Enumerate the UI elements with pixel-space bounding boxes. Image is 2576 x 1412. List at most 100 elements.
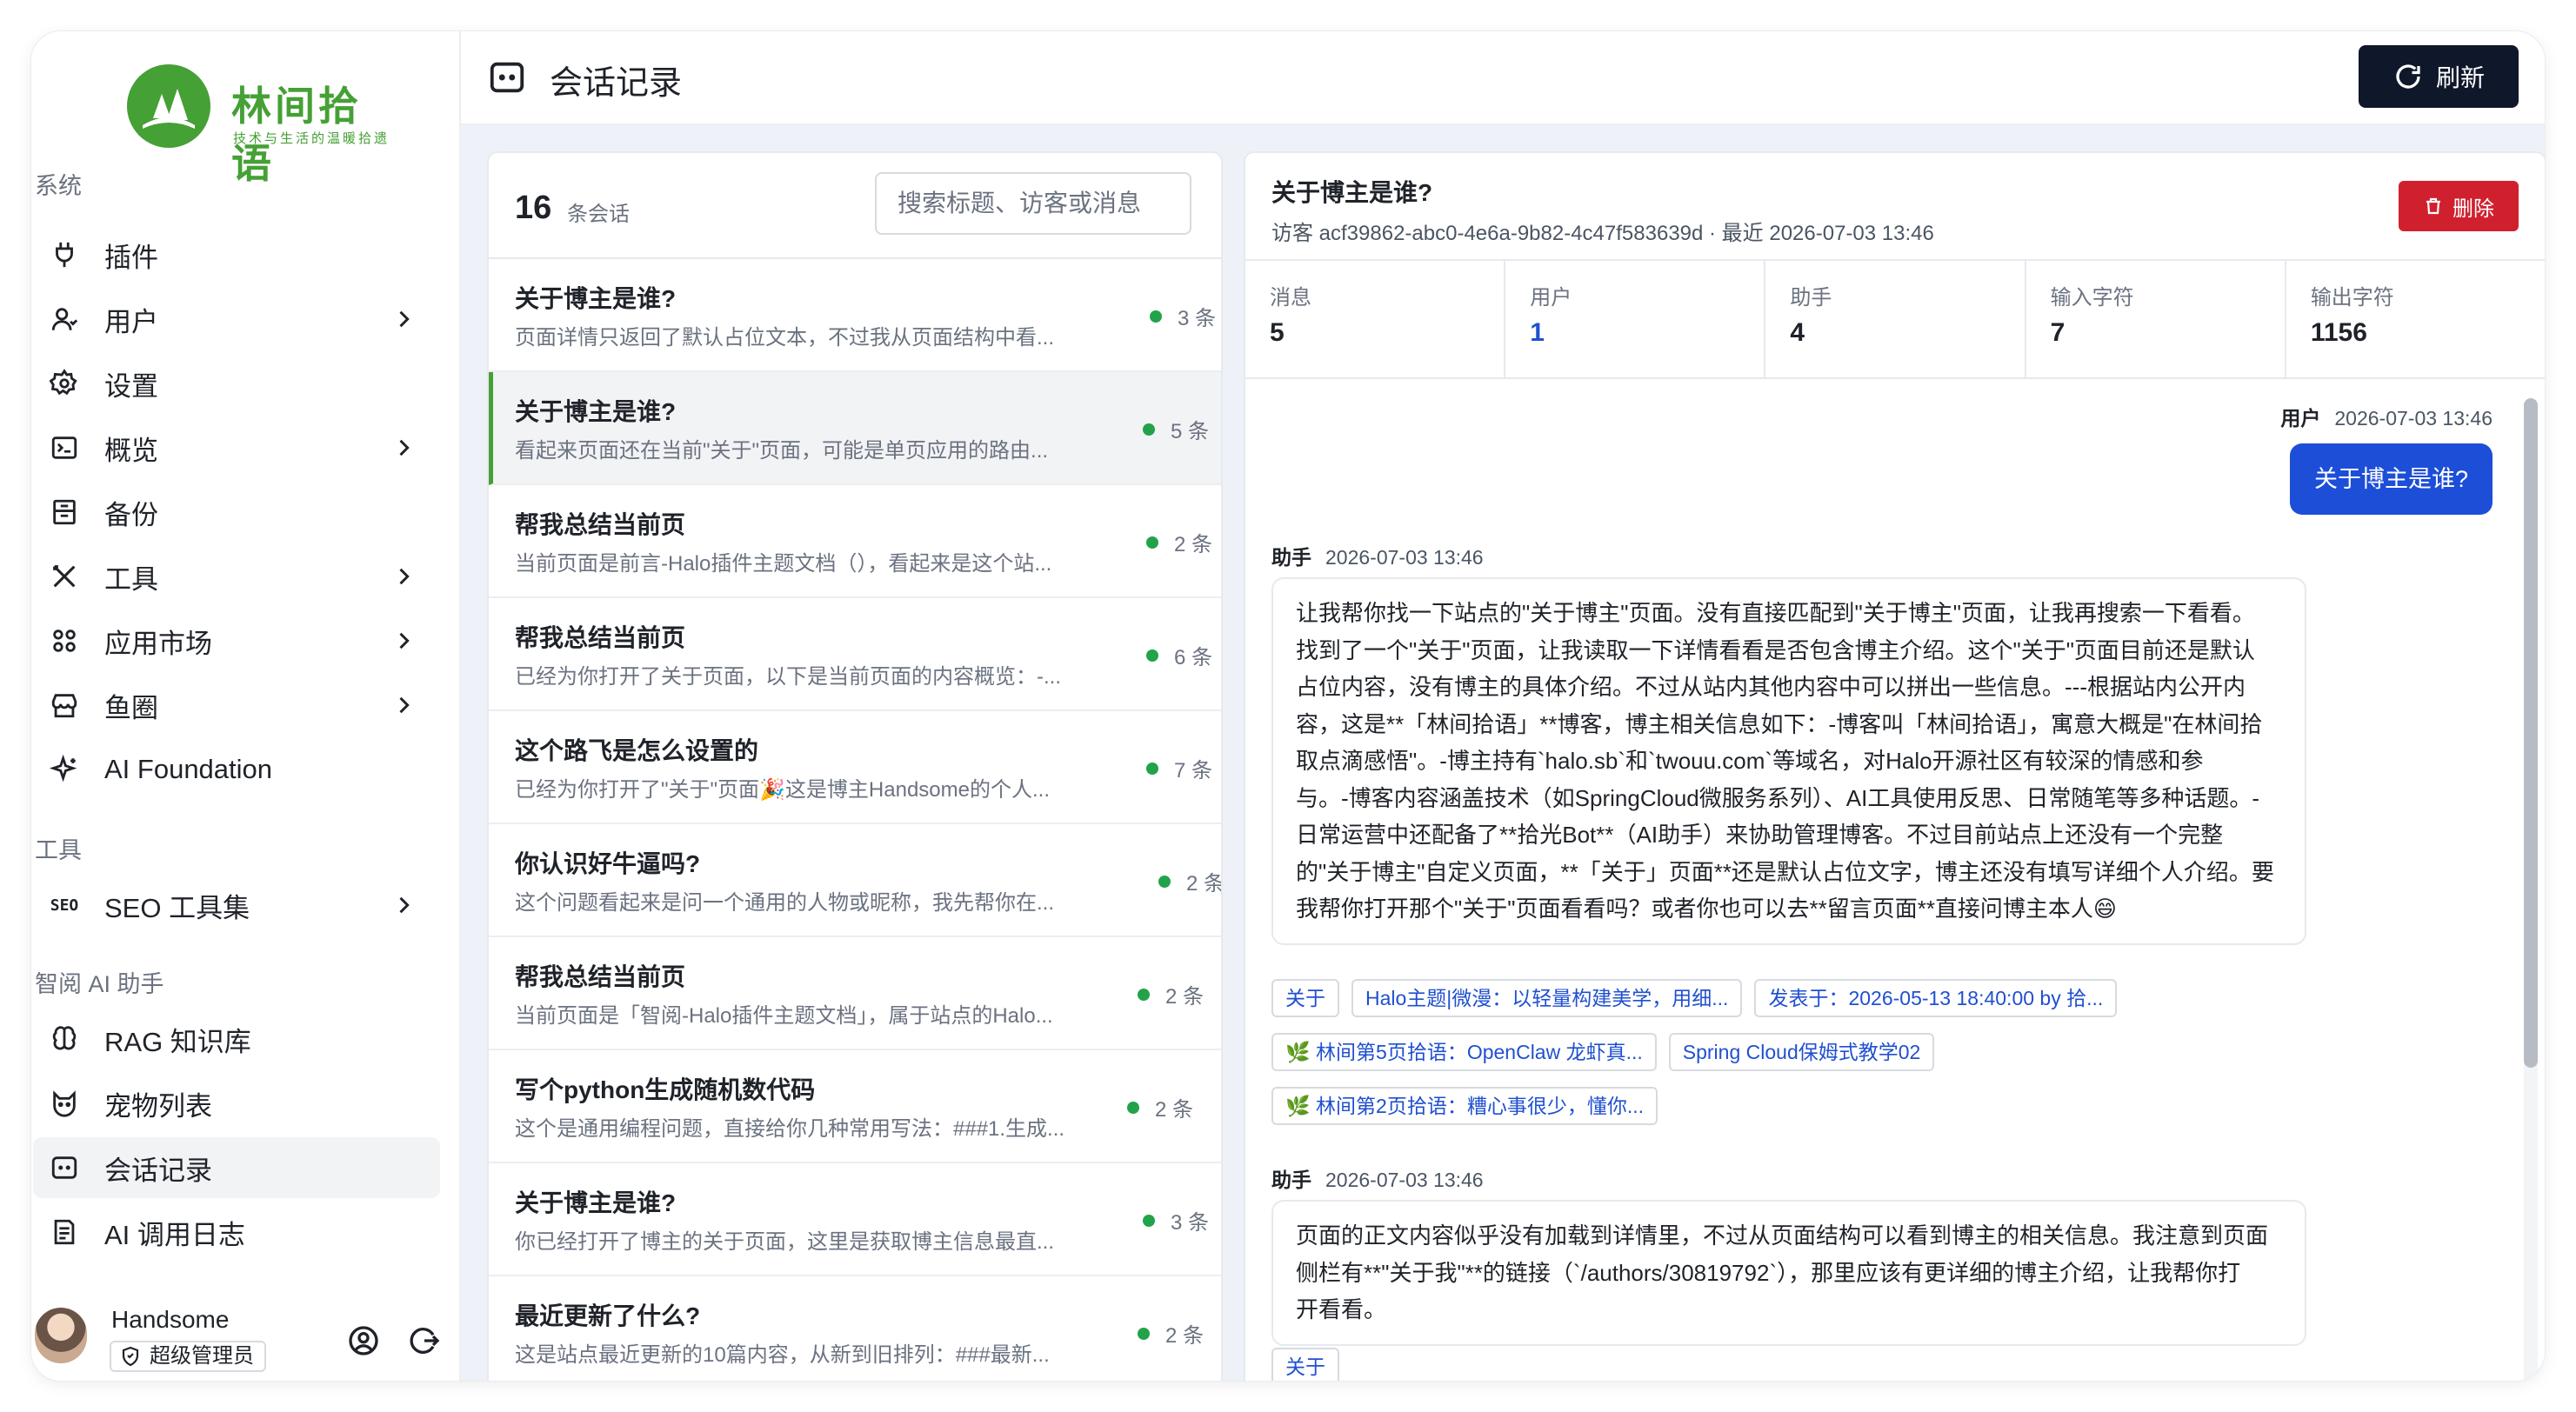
conversation-item[interactable]: 这个路飞是怎么设置的 已经为你打开了"关于"页面🎉这是博主Handsome的个人… xyxy=(489,711,1221,824)
message-count: 7 条 xyxy=(1146,753,1212,783)
message-line: 与。-博客内容涵盖技术（如SpringCloud微服务系列）、AI工具使用反思、… xyxy=(1296,784,2259,811)
message-line: 页面的正文内容似乎没有加载到详情里，不过从页面结构可以看到博主的相关信息。我注意… xyxy=(1296,1222,2269,1249)
conversation-item[interactable]: 帮我总结当前页 已经为你打开了关于页面，以下是当前页面的内容概览：-... 6 … xyxy=(489,598,1221,711)
source-chip[interactable]: 关于 xyxy=(1271,979,1339,1017)
sidebar-item-app-market[interactable]: 应用市场 xyxy=(33,610,440,671)
message-count-text: 2 条 xyxy=(1174,533,1213,556)
conversation-item[interactable]: 你认识好牛逼吗? 这个问题看起来是问一个通用的人物或昵称，我先帮你在... 2 … xyxy=(489,824,1221,937)
refresh-label: 刷新 xyxy=(2435,64,2485,91)
profile-icon[interactable] xyxy=(346,1323,381,1358)
sidebar-item-tools[interactable]: 工具 xyxy=(33,546,440,607)
source-chip[interactable]: Halo主题|微漫：以轻量构建美学，用细... xyxy=(1351,979,1743,1017)
chevron-right-icon xyxy=(399,439,410,456)
conversation-item[interactable]: 写个python生成随机数代码 这个是通用编程问题，直接给你几种常用写法：###… xyxy=(489,1050,1221,1163)
chevron-right-icon xyxy=(399,568,410,585)
conversation-item[interactable]: 帮我总结当前页 当前页面是前言-Halo插件主题文档（），看起来是这个站... … xyxy=(489,485,1221,598)
status-dot xyxy=(1146,649,1158,662)
page-title: 会话记录 xyxy=(550,65,683,102)
conversation-title: 关于博主是谁? xyxy=(515,1189,677,1216)
user-message-meta: 用户 2026-07-03 13:46 xyxy=(2280,402,2493,431)
status-dot xyxy=(1143,1214,1155,1227)
source-chip[interactable]: 🌿 林间第5页拾语：OpenClaw 龙虾真... xyxy=(1271,1033,1657,1071)
sidebar-item-label: 插件 xyxy=(104,242,158,273)
sidebar-item-label: AI Foundation xyxy=(104,754,273,784)
sidebar-item-pets[interactable]: 宠物列表 xyxy=(33,1073,440,1134)
message-line: 侧栏有**"关于我"**的链接（`/authors/30819792`），那里应… xyxy=(1296,1259,2241,1286)
sidebar-item-users[interactable]: 用户 xyxy=(33,289,440,350)
conversation-title: 写个python生成随机数代码 xyxy=(515,1076,816,1103)
sidebar-item-plugins[interactable]: 插件 xyxy=(33,224,440,285)
app-window: 林间拾语 技术与生活的温暖拾遗 系统 插件 用户 设置 概览 备份 工具 应用市… xyxy=(31,31,2545,1381)
refresh-button[interactable]: 刷新 xyxy=(2359,45,2519,108)
conversation-item[interactable]: 帮我总结当前页 当前页面是「智阅-Halo插件主题文档」，属于站点的Halo..… xyxy=(489,937,1221,1050)
message-line: 我帮你打开那个"关于"页面看看吗？或者你也可以去**留言页面**直接问博主本人😄 xyxy=(1296,896,2118,922)
tools-icon xyxy=(49,561,80,592)
chevron-right-icon xyxy=(399,896,410,914)
pet-icon xyxy=(49,1088,80,1119)
main-content: 16 条会话 关于博主是谁? 页面详情只返回了默认占位文本，不过我从页面结构中看… xyxy=(461,125,2545,1381)
message-line: 让我帮你找一下站点的"关于博主"页面。没有直接匹配到"关于博主"页面，让我再搜索… xyxy=(1296,600,2255,626)
message-count: 6 条 xyxy=(1146,640,1212,670)
sidebar-item-ai-logs[interactable]: AI 调用日志 xyxy=(33,1202,440,1262)
message-count-text: 6 条 xyxy=(1174,646,1213,669)
sidebar-item-seo-tools[interactable]: SEO SEO 工具集 xyxy=(33,875,440,936)
status-dot xyxy=(1143,423,1155,436)
logout-icon[interactable] xyxy=(407,1323,442,1358)
sidebar-item-backup[interactable]: 备份 xyxy=(33,482,440,543)
stat-messages: 消息 5 xyxy=(1245,261,1506,377)
conversation-title: 关于博主是谁? xyxy=(515,285,677,312)
sidebar-item-label: 用户 xyxy=(104,306,158,337)
status-dot xyxy=(1127,1101,1139,1114)
sidebar-item-label: AI 调用日志 xyxy=(104,1219,245,1250)
sidebar-item-chat-records[interactable]: 会话记录 xyxy=(33,1137,440,1198)
stat-value: 4 xyxy=(1790,318,1805,347)
delete-button[interactable]: 删除 xyxy=(2399,181,2519,231)
conversation-preview: 这个问题看起来是问一个通用的人物或昵称，我先帮你在... xyxy=(515,891,1055,915)
conversation-title: 最近更新了什么? xyxy=(515,1302,701,1329)
sidebar-item-ai-foundation[interactable]: AI Foundation xyxy=(33,739,440,800)
sidebar-item-fish-circle[interactable]: 鱼圈 xyxy=(33,675,440,736)
conversation-item[interactable]: 最近更新了什么? 这是站点最近更新的10篇内容，从新到旧排列：###最新... … xyxy=(489,1276,1221,1381)
user-profile: Handsome 超级管理员 xyxy=(31,1283,461,1381)
sidebar: 林间拾语 技术与生活的温暖拾遗 系统 插件 用户 设置 概览 备份 工具 应用市… xyxy=(31,31,461,1381)
conversation-item[interactable]: 关于博主是谁? 页面详情只返回了默认占位文本，不过我从页面结构中看... 3 条 xyxy=(489,259,1221,372)
message-line: 的"关于博主"自定义页面，**「关于」页面**还是默认占位文字，博主还没有填写详… xyxy=(1296,858,2274,885)
chevron-right-icon xyxy=(399,696,410,714)
message-role: 助手 xyxy=(1271,1169,1311,1191)
user-message-bubble: 关于博主是谁? xyxy=(2289,443,2493,515)
stat-assistant: 助手 4 xyxy=(1765,261,2026,377)
conversation-title: 关于博主是谁? xyxy=(515,398,677,425)
source-chip[interactable]: Spring Cloud保姆式教学02 xyxy=(1668,1033,1935,1071)
source-chip[interactable]: 🌿 林间第2页拾语：糟心事很少，懂你... xyxy=(1271,1087,1658,1125)
conversation-item-active[interactable]: 关于博主是谁? 看起来页面还在当前"关于"页面，可能是单页应用的路由... 5 … xyxy=(489,372,1221,485)
message-count: 3 条 xyxy=(1143,1205,1209,1236)
source-chip[interactable]: 关于 xyxy=(1271,1348,1339,1381)
message-role: 助手 xyxy=(1271,546,1311,569)
avatar[interactable] xyxy=(35,1308,87,1363)
conversation-title: 你认识好牛逼吗? xyxy=(515,850,701,877)
conversation-title: 帮我总结当前页 xyxy=(515,511,686,538)
chat-icon xyxy=(490,62,524,93)
brand-logo[interactable]: 林间拾语 技术与生活的温暖拾遗 xyxy=(96,49,391,187)
conversation-preview: 你已经打开了博主的关于页面，这里是获取博主信息最直... xyxy=(515,1230,1055,1254)
status-dot xyxy=(1158,875,1171,888)
assistant-message-meta: 助手 2026-07-03 13:46 xyxy=(1271,541,1484,570)
message-role: 用户 xyxy=(2280,407,2321,430)
role-label: 超级管理员 xyxy=(150,1344,254,1368)
stat-label: 输出字符 xyxy=(2310,286,2394,310)
sidebar-item-settings[interactable]: 设置 xyxy=(33,353,440,414)
message-count: 2 条 xyxy=(1138,1318,1204,1349)
message-count: 2 条 xyxy=(1158,866,1223,896)
sidebar-item-overview[interactable]: 概览 xyxy=(33,417,440,478)
sidebar-item-rag[interactable]: RAG 知识库 xyxy=(33,1009,440,1069)
conversation-item[interactable]: 关于博主是谁? 你已经打开了博主的关于页面，这里是获取博主信息最直... 3 条 xyxy=(489,1163,1221,1276)
message-count-text: 2 条 xyxy=(1186,872,1223,896)
source-chip[interactable]: 发表于：2026-05-13 18:40:00 by 拾... xyxy=(1754,979,2118,1017)
status-dot xyxy=(1138,988,1150,1001)
stat-output-chars: 输出字符 1156 xyxy=(2286,261,2545,377)
source-chips: 🌿 林间第2页拾语：糟心事很少，懂你... xyxy=(1271,1087,1658,1125)
search-input[interactable] xyxy=(875,172,1191,235)
stat-value: 1 xyxy=(1530,318,1545,347)
scrollbar-thumb[interactable] xyxy=(2524,398,2538,1068)
message-count: 5 条 xyxy=(1143,414,1209,444)
